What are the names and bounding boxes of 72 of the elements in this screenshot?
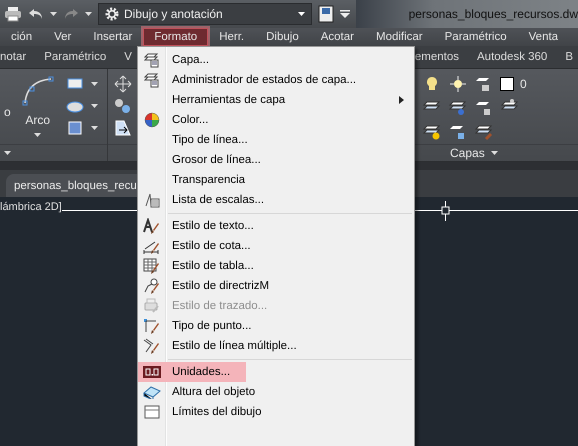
ribbon-label: o [4, 105, 11, 119]
menu-bar-item[interactable]: Dibujo [255, 28, 310, 46]
workspace-dropdown[interactable]: Dibujo y anotación [98, 3, 312, 25]
menu-bar-item[interactable]: Ver [43, 28, 82, 46]
menu-bar-item[interactable]: Formato [143, 28, 208, 46]
arc-label[interactable]: Arco [25, 113, 50, 127]
copy-icon[interactable] [112, 97, 132, 115]
menu-item[interactable]: Estilo de texto... [138, 216, 414, 236]
ribbon-tab[interactable]: V [124, 51, 132, 63]
caret-icon [490, 151, 498, 155]
menu-caret-icon[interactable] [340, 10, 350, 18]
menu-item[interactable]: Altura del objeto [138, 382, 414, 402]
viewport-label[interactable]: lámbrica 2D] [0, 201, 62, 213]
menu-item[interactable]: Administrador de estados de capa... [138, 70, 414, 90]
menu-item[interactable]: Tipo de punto... [138, 316, 414, 336]
menu-item[interactable]: Unidades... [138, 362, 246, 382]
plot-style-icon [143, 298, 161, 314]
menu-bar-item[interactable]: Modificar [364, 28, 434, 46]
layer-color-swatch [500, 77, 514, 91]
panel-expand-icon [4, 151, 11, 155]
ribbon-tab[interactable]: Autodesk 360 [477, 51, 548, 63]
table-style-brush-icon [143, 258, 161, 274]
caret-icon [90, 126, 98, 130]
menu-item[interactable]: Límites del dibujo [138, 402, 414, 422]
menu-bar-item[interactable]: Insertar [82, 28, 144, 46]
menu-item[interactable]: Tipo de línea... [138, 130, 414, 150]
caret-icon [90, 82, 98, 86]
save-icon[interactable] [318, 5, 334, 23]
print-icon[interactable] [4, 6, 22, 22]
units-icon [143, 366, 161, 378]
menu-item[interactable]: Capa... [138, 50, 414, 70]
move-icon[interactable] [112, 75, 132, 93]
caret-icon [298, 12, 305, 16]
multiline-style-brush-icon [143, 338, 161, 354]
menu-bar-item[interactable]: ción [0, 28, 44, 46]
layer-name: 0 [520, 77, 527, 91]
color-wheel-icon [144, 112, 160, 128]
layer-states-icon [144, 72, 160, 88]
gear-icon [105, 7, 119, 21]
point-style-brush-icon [143, 318, 161, 334]
arc-icon[interactable] [20, 75, 55, 107]
window-title: personas_bloques_recursos.dw [408, 7, 578, 21]
panel-title[interactable]: Capas [450, 146, 485, 160]
ribbon-tab[interactable]: ementos [414, 51, 459, 63]
drawing-limits-icon [144, 405, 160, 419]
menu-bar-item[interactable]: Venta [518, 28, 570, 46]
stretch-icon[interactable] [112, 119, 132, 137]
ribbon-tab[interactable]: Paramétrico [44, 51, 106, 63]
menu-bar-item[interactable]: Herr. [208, 28, 256, 46]
ribbon-tab[interactable]: notar [0, 51, 26, 63]
menu-item[interactable]: Estilo de línea múltiple... [138, 336, 414, 356]
layer-brush-icon[interactable] [474, 123, 494, 141]
menu-item[interactable]: Herramientas de capa [138, 90, 414, 110]
object-height-icon [143, 385, 161, 399]
caret-icon [90, 104, 98, 108]
menu-item[interactable]: Color... [138, 110, 414, 130]
menu-item[interactable]: Estilo de directrizM [138, 276, 414, 296]
text-style-brush-icon [143, 218, 161, 234]
undo-icon[interactable] [28, 7, 44, 21]
layers-icon [144, 52, 160, 68]
caret-icon [34, 133, 42, 137]
scale-list-icon [144, 192, 160, 208]
leader-style-brush-icon [143, 278, 161, 294]
sun-icon[interactable] [448, 75, 468, 93]
menu-item[interactable]: Grosor de línea... [138, 150, 414, 170]
menu-item[interactable]: Estilo de tabla... [138, 256, 414, 276]
ribbon-tab[interactable]: B [565, 51, 574, 63]
menu-bar-item[interactable]: Acotar [310, 28, 365, 46]
menu-bar-item[interactable]: Paramétrico [434, 28, 518, 46]
menu-item[interactable]: Estilo de cota... [138, 236, 414, 256]
caret-icon [50, 12, 57, 16]
caret-icon [85, 12, 92, 16]
